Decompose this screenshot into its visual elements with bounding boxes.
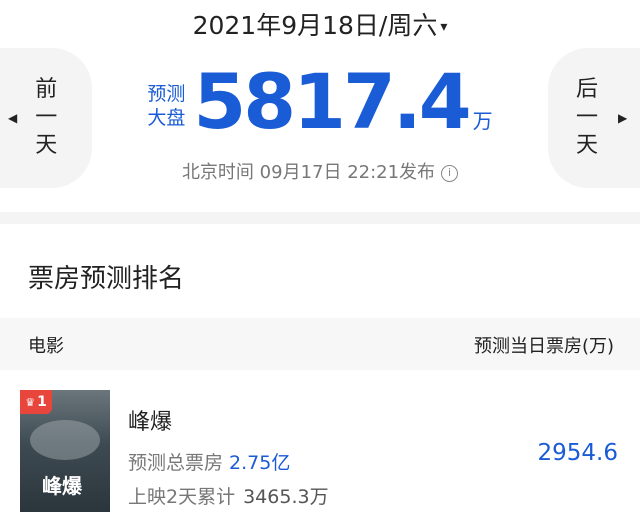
date-selector[interactable]: 2021年9月18日/周六 ▾ — [0, 6, 640, 42]
forecast-value: 5817.4 — [193, 57, 471, 146]
forecast-unit: 万 — [472, 109, 493, 133]
forecast-total-value: 2.75亿 — [229, 452, 291, 474]
forecast-tag-line1: 预测 — [147, 83, 186, 105]
forecast-tag: 预测 大盘 — [147, 82, 185, 130]
ranking-title: 票房预测排名 — [28, 264, 185, 294]
forecast-total: 预测 大盘 5817.4 万 — [0, 57, 640, 146]
release-info: 北京时间 09月17日 22:21发布 i — [0, 158, 640, 184]
forecast-tag-line2: 大盘 — [147, 107, 186, 129]
rank-badge: ♛ 1 — [20, 390, 52, 414]
poster-artwork — [30, 420, 100, 460]
section-divider — [0, 212, 640, 224]
release-time: 北京时间 09月17日 22:21发布 — [181, 162, 436, 183]
caret-down-icon: ▾ — [440, 19, 448, 35]
movie-title: 峰爆 — [128, 410, 173, 435]
movie-day-box-office: 2954.6 — [537, 440, 618, 466]
column-header-movie: 电影 — [28, 336, 64, 357]
column-header-box-office: 预测当日票房(万) — [473, 336, 614, 357]
cumulative-value: 3465.3万 — [243, 486, 329, 508]
ranking-header: 电影 预测当日票房(万) — [0, 318, 640, 370]
movie-forecast-total: 预测总票房 2.75亿 — [128, 448, 290, 475]
poster-title: 峰爆 — [42, 474, 82, 498]
rank-number: 1 — [37, 394, 47, 410]
cumulative-label: 上映2天累计 — [128, 486, 236, 508]
crown-icon: ♛ — [25, 395, 36, 409]
movie-cumulative: 上映2天累计 3465.3万 — [128, 482, 329, 509]
movie-row[interactable]: 峰爆 ♛ 1 峰爆 预测总票房 2.75亿 上映2天累计 3465.3万 2954.6 — [0, 372, 640, 518]
date-label: 2021年9月18日/周六 — [192, 11, 438, 40]
forecast-total-label: 预测总票房 — [128, 452, 224, 474]
info-icon[interactable]: i — [441, 164, 459, 182]
